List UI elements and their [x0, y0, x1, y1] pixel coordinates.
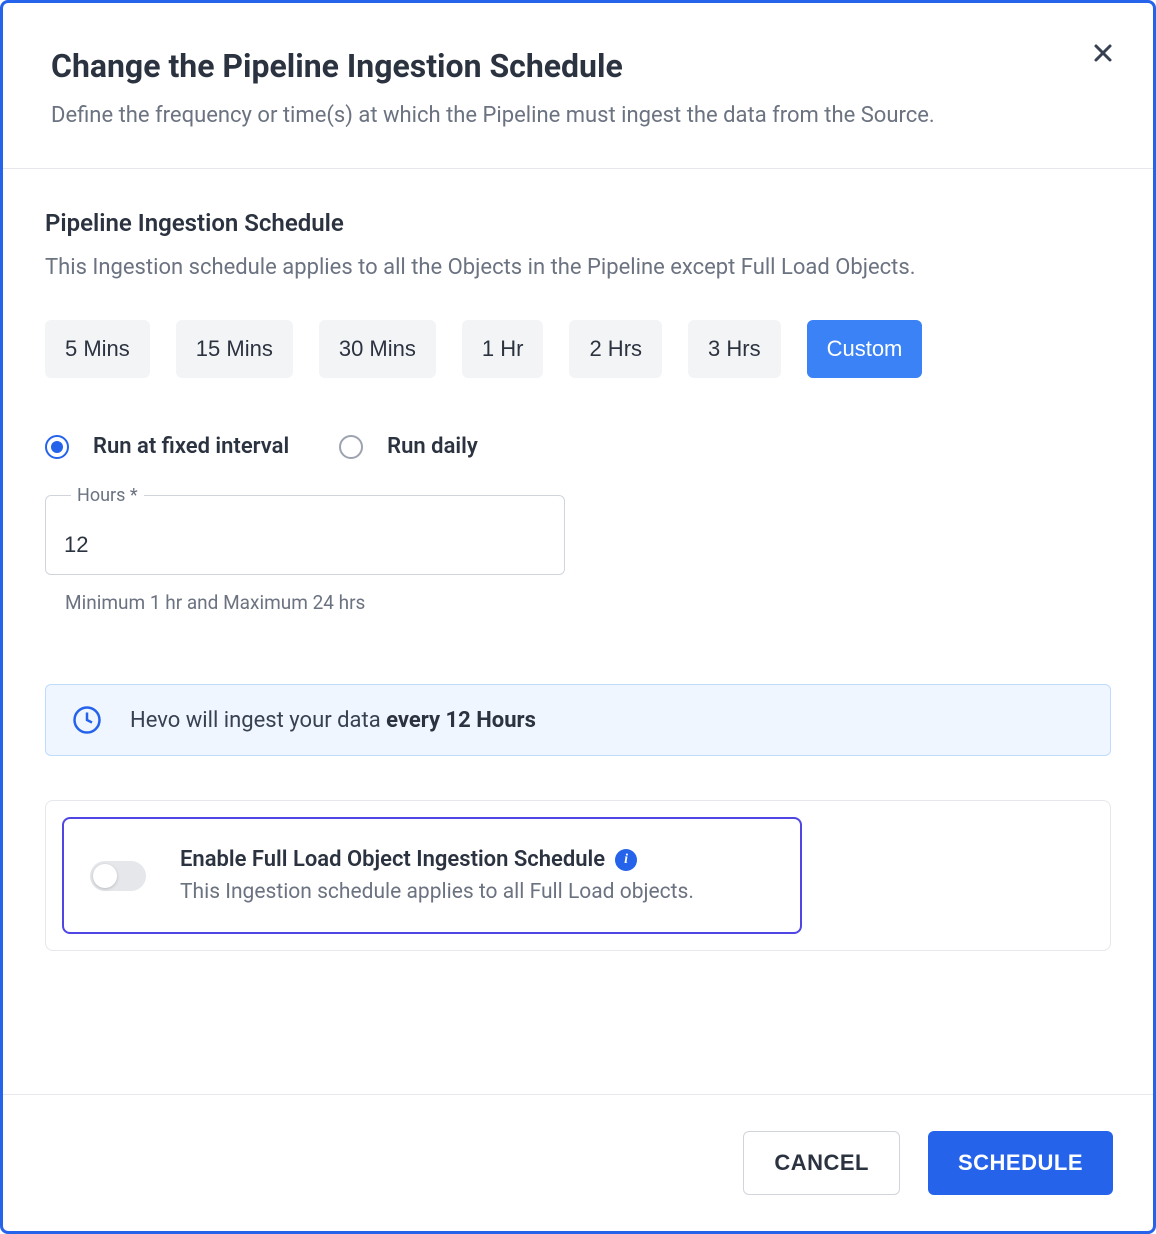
dialog-subtitle: Define the frequency or time(s) at which…: [51, 99, 1105, 132]
section-title: Pipeline Ingestion Schedule: [45, 209, 1111, 237]
interval-2hrs[interactable]: 2 Hrs: [569, 320, 662, 378]
info-text: Hevo will ingest your data every 12 Hour…: [130, 708, 536, 733]
hours-helper: Minimum 1 hr and Maximum 24 hrs: [65, 591, 1111, 614]
schedule-dialog: Change the Pipeline Ingestion Schedule D…: [0, 0, 1156, 1234]
interval-1hr[interactable]: 1 Hr: [462, 320, 544, 378]
dialog-footer: CANCEL SCHEDULE: [3, 1094, 1153, 1231]
radio-label: Run at fixed interval: [93, 434, 289, 459]
full-load-inner: Enable Full Load Object Ingestion Schedu…: [62, 817, 802, 934]
radio-label: Run daily: [387, 434, 478, 459]
radio-run-daily[interactable]: Run daily: [339, 434, 478, 459]
run-mode-radio-group: Run at fixed interval Run daily: [45, 434, 1111, 459]
section-description: This Ingestion schedule applies to all t…: [45, 251, 1111, 284]
hours-field-wrapper: Hours *: [45, 495, 565, 575]
clock-icon: [72, 705, 102, 735]
cancel-button[interactable]: CANCEL: [743, 1131, 900, 1195]
interval-15mins[interactable]: 15 Mins: [176, 320, 293, 378]
toggle-content: Enable Full Load Object Ingestion Schedu…: [180, 847, 774, 904]
info-prefix: Hevo will ingest your data: [130, 708, 386, 733]
schedule-button[interactable]: SCHEDULE: [928, 1131, 1113, 1195]
toggle-title-row: Enable Full Load Object Ingestion Schedu…: [180, 847, 774, 872]
info-bold: every 12 Hours: [386, 708, 536, 733]
interval-30mins[interactable]: 30 Mins: [319, 320, 436, 378]
hours-input[interactable]: [45, 495, 565, 575]
interval-options: 5 Mins 15 Mins 30 Mins 1 Hr 2 Hrs 3 Hrs …: [45, 320, 1111, 378]
ingest-info-banner: Hevo will ingest your data every 12 Hour…: [45, 684, 1111, 756]
radio-icon: [339, 435, 363, 459]
interval-5mins[interactable]: 5 Mins: [45, 320, 150, 378]
dialog-body: Pipeline Ingestion Schedule This Ingesti…: [3, 169, 1153, 1094]
interval-3hrs[interactable]: 3 Hrs: [688, 320, 781, 378]
close-icon: [1091, 41, 1115, 65]
hours-label: Hours *: [71, 485, 144, 506]
dialog-header: Change the Pipeline Ingestion Schedule D…: [3, 3, 1153, 169]
close-button[interactable]: [1083, 33, 1123, 73]
toggle-description: This Ingestion schedule applies to all F…: [180, 880, 774, 904]
info-icon[interactable]: i: [615, 849, 637, 871]
toggle-title: Enable Full Load Object Ingestion Schedu…: [180, 847, 605, 872]
radio-icon: [45, 435, 69, 459]
full-load-box: Enable Full Load Object Ingestion Schedu…: [45, 800, 1111, 951]
radio-fixed-interval[interactable]: Run at fixed interval: [45, 434, 289, 459]
full-load-toggle[interactable]: [90, 861, 146, 891]
interval-custom[interactable]: Custom: [807, 320, 923, 378]
dialog-title: Change the Pipeline Ingestion Schedule: [51, 47, 1105, 85]
